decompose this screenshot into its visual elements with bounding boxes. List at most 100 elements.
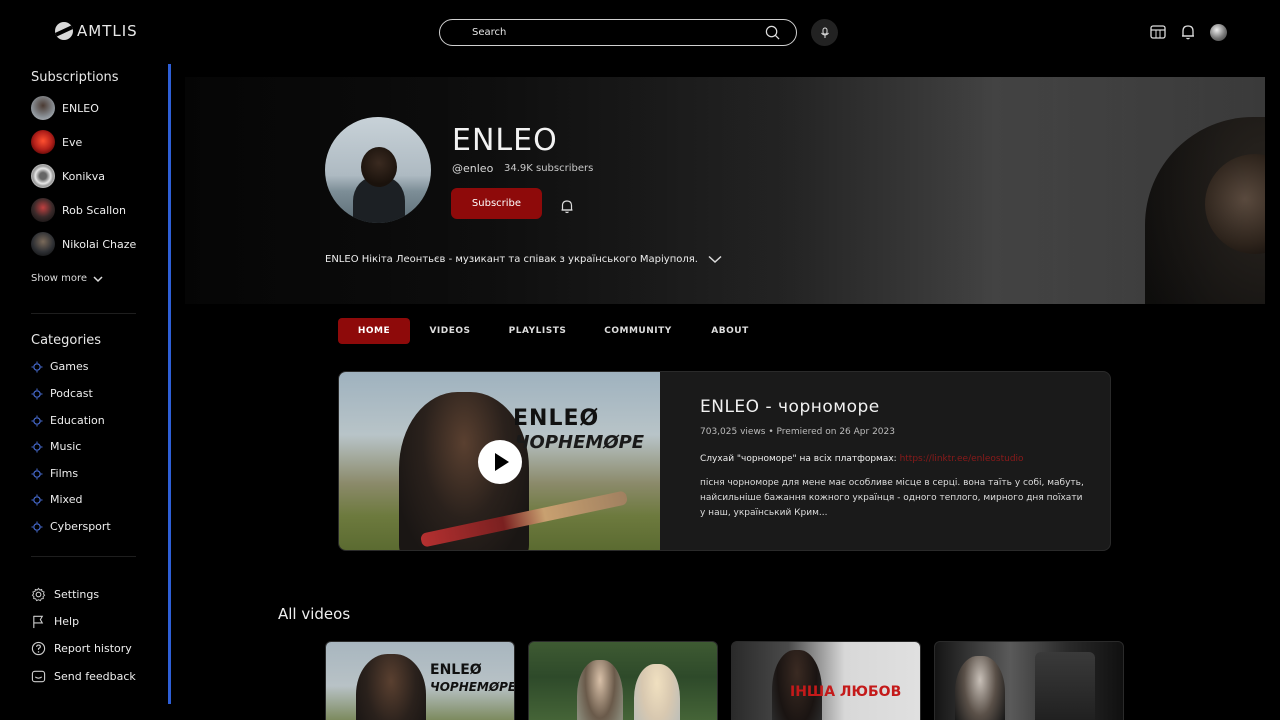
featured-video-platforms: Слухай "чорноморе" на всіх платформах: h… <box>700 454 1024 464</box>
featured-video-description: пісня чорноморе для мене має особливе мі… <box>700 478 1084 518</box>
subscriber-count: 34.9K subscribers <box>504 163 594 174</box>
tab-home[interactable]: HOME <box>338 318 410 344</box>
platforms-text: Слухай "чорноморе" на всіх платформах: <box>700 454 897 464</box>
thumbnail-person <box>356 654 426 720</box>
tab-about[interactable]: ABOUT <box>691 318 769 344</box>
category-item-education[interactable]: Education <box>31 414 105 427</box>
subscription-item-rob-scallon[interactable]: Rob Scallon <box>31 198 126 222</box>
categories-title: Categories <box>31 333 102 348</box>
tab-videos[interactable]: VIDEOS <box>410 318 490 344</box>
settings-link[interactable]: Settings <box>31 587 99 602</box>
avatar <box>31 198 55 222</box>
avatar <box>31 232 55 256</box>
video-thumbnail[interactable] <box>528 641 718 720</box>
search-placeholder: Search <box>472 27 507 38</box>
logo-mark-icon <box>55 22 73 40</box>
category-item-mixed[interactable]: Mixed <box>31 493 82 506</box>
gear-icon <box>31 587 46 602</box>
notifications-bell-icon[interactable] <box>1179 23 1197 41</box>
calendar-icon[interactable] <box>1149 23 1167 41</box>
settings-label: Settings <box>54 588 100 601</box>
avatar <box>31 130 55 154</box>
featured-video-meta: 703,025 views • Premiered on 26 Apr 2023 <box>700 427 895 437</box>
avatar <box>31 164 55 188</box>
category-item-games[interactable]: Games <box>31 360 88 373</box>
category-bullet-icon <box>31 521 43 532</box>
thumbnail-person <box>955 656 1005 720</box>
logo-text: AMTLIS <box>77 22 138 40</box>
category-label: Mixed <box>50 493 83 506</box>
category-item-films[interactable]: Films <box>31 467 78 480</box>
category-bullet-icon <box>31 388 43 399</box>
category-bullet-icon <box>31 441 43 452</box>
video-thumbnail[interactable]: ІНША ЛЮБОВ <box>731 641 921 720</box>
category-label: Games <box>50 360 89 373</box>
user-avatar[interactable] <box>1210 24 1227 41</box>
play-button[interactable] <box>478 440 522 484</box>
thumbnail-piano <box>1035 652 1095 720</box>
subscription-label: Konikva <box>62 169 106 183</box>
logo[interactable]: AMTLIS <box>55 22 138 40</box>
featured-video-card[interactable]: ENLEØ ЧОРНЕМØРЕ ENLEO - чорноморе 703,02… <box>338 371 1111 551</box>
platforms-link[interactable]: https://linktr.ee/enleostudio <box>900 454 1024 464</box>
sidebar-divider <box>31 556 136 557</box>
microphone-icon <box>820 27 829 38</box>
sidebar-scrollbar[interactable] <box>168 64 171 704</box>
category-bullet-icon <box>31 361 43 372</box>
subscription-item-nikolai-chaze[interactable]: Nikolai Chaze <box>31 232 136 256</box>
channel-description-text: ENLEO Нікіта Леонтьєв - музикант та спів… <box>325 254 698 265</box>
video-thumbnail[interactable] <box>934 641 1124 720</box>
thumbnail-title: ENLEØ <box>513 406 600 431</box>
video-thumbnail-subtitle: ЧОРНЕМØРЕ <box>430 680 515 694</box>
flag-icon <box>33 615 44 629</box>
report-history-label: Report history <box>54 642 132 655</box>
tab-community[interactable]: COMMUNITY <box>585 318 691 344</box>
report-history-link[interactable]: Report history <box>31 641 132 656</box>
sidebar-divider <box>31 313 136 314</box>
category-label: Films <box>50 467 79 480</box>
subscribe-button[interactable]: Subscribe <box>451 188 542 219</box>
top-bar: AMTLIS Search <box>0 0 1280 64</box>
subscription-item-enleo[interactable]: ENLEO <box>31 96 99 120</box>
search-icon[interactable] <box>765 25 780 40</box>
category-bullet-icon <box>31 494 43 505</box>
subscription-item-eve[interactable]: Eve <box>31 130 82 154</box>
category-item-cybersport[interactable]: Cybersport <box>31 520 111 533</box>
show-more-button[interactable]: Show more <box>31 273 103 284</box>
featured-video-title[interactable]: ENLEO - чорноморе <box>700 397 880 417</box>
subscription-label: ENLEO <box>62 101 99 115</box>
channel-description[interactable]: ENLEO Нікіта Леонтьєв - музикант та спів… <box>325 254 722 265</box>
notification-bell-icon[interactable] <box>559 198 575 214</box>
channel-avatar[interactable] <box>325 117 431 223</box>
featured-video-thumbnail[interactable]: ENLEØ ЧОРНЕМØРЕ <box>339 372 660 550</box>
thumbnail-person <box>577 660 623 720</box>
subscription-label: Eve <box>62 135 83 149</box>
tab-playlists[interactable]: PLAYLISTS <box>490 318 585 344</box>
chevron-down-icon <box>93 275 103 282</box>
help-link[interactable]: Help <box>31 614 79 629</box>
category-label: Cybersport <box>50 520 111 533</box>
category-label: Education <box>50 414 105 427</box>
voice-search-button[interactable] <box>811 19 838 46</box>
thumbnail-person <box>634 664 680 720</box>
subscriptions-title: Subscriptions <box>31 70 119 85</box>
all-videos-title: All videos <box>278 605 351 623</box>
category-label: Music <box>50 440 82 453</box>
chevron-down-icon <box>708 255 722 264</box>
send-feedback-label: Send feedback <box>54 670 136 683</box>
channel-handle: @enleo <box>452 162 494 175</box>
category-item-music[interactable]: Music <box>31 440 81 453</box>
subscription-label: Rob Scallon <box>62 203 126 217</box>
subscription-label: Nikolai Chaze <box>62 237 137 251</box>
avatar <box>31 96 55 120</box>
category-item-podcast[interactable]: Podcast <box>31 387 93 400</box>
subscription-item-konikva[interactable]: Konikva <box>31 164 105 188</box>
show-more-label: Show more <box>31 273 88 284</box>
send-feedback-link[interactable]: Send feedback <box>31 669 136 684</box>
channel-tabs: HOME VIDEOS PLAYLISTS COMMUNITY ABOUT <box>338 318 769 344</box>
video-thumbnail[interactable]: ENLEØ ЧОРНЕМØРЕ <box>325 641 515 720</box>
category-bullet-icon <box>31 415 43 426</box>
video-thumbnail-title: ENLEØ <box>430 662 482 678</box>
feedback-icon <box>31 670 46 683</box>
search-input[interactable]: Search <box>439 19 797 46</box>
